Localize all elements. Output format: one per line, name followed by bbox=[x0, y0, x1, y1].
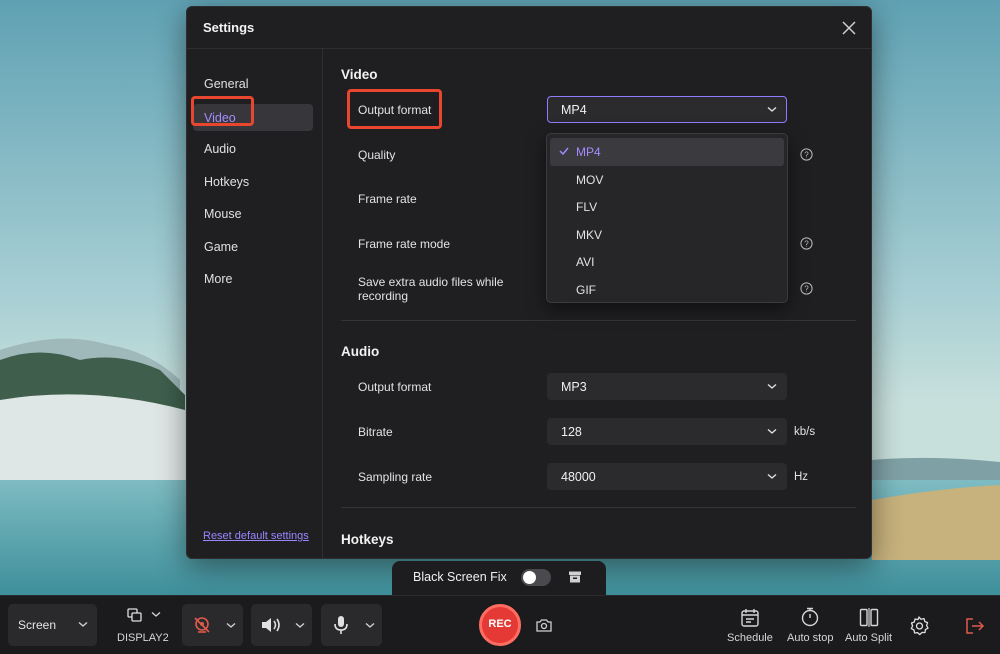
bottom-toolbar: Screen DISPLAY2 REC Schedule Auto stop A… bbox=[0, 595, 1000, 654]
auto-stop-label: Auto stop bbox=[787, 632, 834, 644]
speaker-icon bbox=[262, 618, 280, 632]
record-label: REC bbox=[488, 618, 512, 630]
sidebar-item-hotkeys[interactable]: Hotkeys bbox=[193, 168, 313, 195]
svg-text:?: ? bbox=[804, 151, 809, 160]
check-icon bbox=[559, 147, 569, 155]
sidebar-item-game[interactable]: Game bbox=[193, 233, 313, 260]
reset-default-settings-link[interactable]: Reset default settings bbox=[203, 530, 309, 542]
chevron-down-icon bbox=[226, 622, 236, 628]
webcam-control[interactable] bbox=[182, 604, 243, 646]
video-frame-rate-label: Frame rate bbox=[358, 192, 417, 206]
chevron-down-icon bbox=[78, 621, 88, 627]
display-select[interactable]: DISPLAY2 bbox=[112, 602, 172, 648]
archive-icon[interactable] bbox=[568, 570, 582, 584]
sidebar-item-mouse[interactable]: Mouse bbox=[193, 200, 313, 227]
video-section-title: Video bbox=[341, 67, 378, 82]
chevron-down-icon bbox=[767, 383, 777, 389]
audio-section-title: Audio bbox=[341, 344, 380, 359]
svg-text:?: ? bbox=[804, 240, 809, 249]
dropdown-option-label: MP4 bbox=[576, 145, 601, 159]
audio-bitrate-value: 128 bbox=[561, 425, 582, 439]
chevron-down-icon bbox=[767, 473, 777, 479]
svg-text:?: ? bbox=[804, 285, 809, 294]
settings-title: Settings bbox=[203, 20, 255, 35]
video-extra-audio-label: Save extra audio files while recording bbox=[358, 275, 504, 303]
dropdown-option-avi[interactable]: AVI bbox=[550, 248, 784, 276]
audio-sampling-label: Sampling rate bbox=[358, 470, 433, 484]
video-output-format-select[interactable]: MP4 bbox=[547, 96, 787, 123]
camera-icon[interactable] bbox=[536, 618, 552, 632]
dropdown-option-mkv[interactable]: MKV bbox=[550, 221, 784, 249]
dropdown-option-label: FLV bbox=[576, 200, 598, 214]
video-output-format-label: Output format bbox=[358, 103, 432, 117]
help-icon[interactable]: ? bbox=[800, 282, 813, 295]
split-icon bbox=[859, 608, 879, 627]
dropdown-option-mp4[interactable]: MP4 bbox=[550, 138, 784, 166]
audio-output-format-value: MP3 bbox=[561, 380, 587, 394]
close-icon[interactable] bbox=[839, 18, 859, 38]
audio-output-format-label: Output format bbox=[358, 380, 432, 394]
audio-bitrate-select[interactable]: 128 bbox=[547, 418, 787, 445]
display-label: DISPLAY2 bbox=[117, 632, 169, 644]
sidebar-item-audio[interactable]: Audio bbox=[193, 135, 313, 162]
help-icon[interactable]: ? bbox=[800, 237, 813, 250]
dropdown-option-label: AVI bbox=[576, 255, 595, 269]
sidebar-item-video[interactable]: Video bbox=[193, 104, 313, 131]
schedule-label: Schedule bbox=[727, 632, 773, 644]
chevron-down-icon bbox=[767, 428, 777, 434]
divider bbox=[341, 507, 856, 508]
dropdown-option-label: MKV bbox=[576, 227, 603, 242]
bitrate-unit: kb/s bbox=[794, 426, 816, 438]
video-quality-label: Quality bbox=[358, 148, 396, 162]
chevron-down-icon bbox=[151, 611, 161, 617]
audio-bitrate-label: Bitrate bbox=[358, 425, 393, 439]
sidebar-item-general[interactable]: General bbox=[193, 70, 313, 97]
chevron-down-icon bbox=[295, 622, 305, 628]
webcam-off-icon bbox=[194, 617, 210, 633]
divider bbox=[341, 320, 856, 321]
microphone-icon bbox=[334, 616, 348, 634]
dropdown-option-label: MOV bbox=[576, 172, 604, 187]
audio-sampling-select[interactable]: 48000 bbox=[547, 463, 787, 490]
chevron-down-icon bbox=[365, 622, 375, 628]
sidebar-item-more[interactable]: More bbox=[193, 265, 313, 292]
toggle-knob bbox=[523, 571, 536, 584]
video-frame-rate-mode-label: Frame rate mode bbox=[358, 237, 451, 251]
settings-content: Video Output format MP4 Quality ? Frame … bbox=[324, 49, 871, 558]
black-screen-fix-bar: Black Screen Fix bbox=[392, 561, 606, 595]
settings-dialog: Settings General Video Audio Hotkeys Mou… bbox=[186, 6, 872, 559]
settings-gear-icon[interactable] bbox=[908, 615, 930, 637]
microphone-control[interactable] bbox=[321, 604, 382, 646]
settings-header: Settings bbox=[187, 7, 871, 49]
hotkeys-section-title: Hotkeys bbox=[341, 532, 394, 547]
system-audio-control[interactable] bbox=[251, 604, 312, 646]
dropdown-option-label: GIF bbox=[576, 282, 596, 297]
dropdown-option-flv[interactable]: FLV bbox=[550, 193, 784, 221]
screen-mode-select[interactable]: Screen bbox=[8, 604, 97, 646]
schedule-button[interactable]: Schedule bbox=[724, 604, 776, 648]
dropdown-option-gif[interactable]: GIF bbox=[550, 276, 784, 304]
stopwatch-icon bbox=[801, 607, 819, 627]
display-icon bbox=[127, 608, 142, 622]
auto-stop-button[interactable]: Auto stop bbox=[784, 604, 838, 648]
video-output-format-value: MP4 bbox=[561, 103, 587, 117]
black-screen-fix-label: Black Screen Fix bbox=[413, 570, 507, 584]
chevron-down-icon bbox=[767, 106, 777, 112]
record-button[interactable]: REC bbox=[479, 604, 521, 646]
help-icon[interactable]: ? bbox=[800, 148, 813, 161]
audio-sampling-value: 48000 bbox=[561, 470, 596, 484]
auto-split-label: Auto Split bbox=[845, 632, 893, 644]
audio-output-format-select[interactable]: MP3 bbox=[547, 373, 787, 400]
exit-icon[interactable] bbox=[965, 617, 985, 635]
screen-mode-label: Screen bbox=[18, 618, 57, 632]
black-screen-fix-toggle[interactable] bbox=[521, 569, 551, 586]
output-format-dropdown: MP4 MOV FLV MKV AVI GIF bbox=[546, 133, 788, 303]
auto-split-button[interactable]: Auto Split bbox=[844, 604, 896, 648]
dropdown-option-mov[interactable]: MOV bbox=[550, 166, 784, 194]
sampling-unit: Hz bbox=[794, 471, 809, 483]
calendar-icon bbox=[741, 609, 759, 627]
settings-sidebar: General Video Audio Hotkeys Mouse Game M… bbox=[187, 49, 323, 558]
